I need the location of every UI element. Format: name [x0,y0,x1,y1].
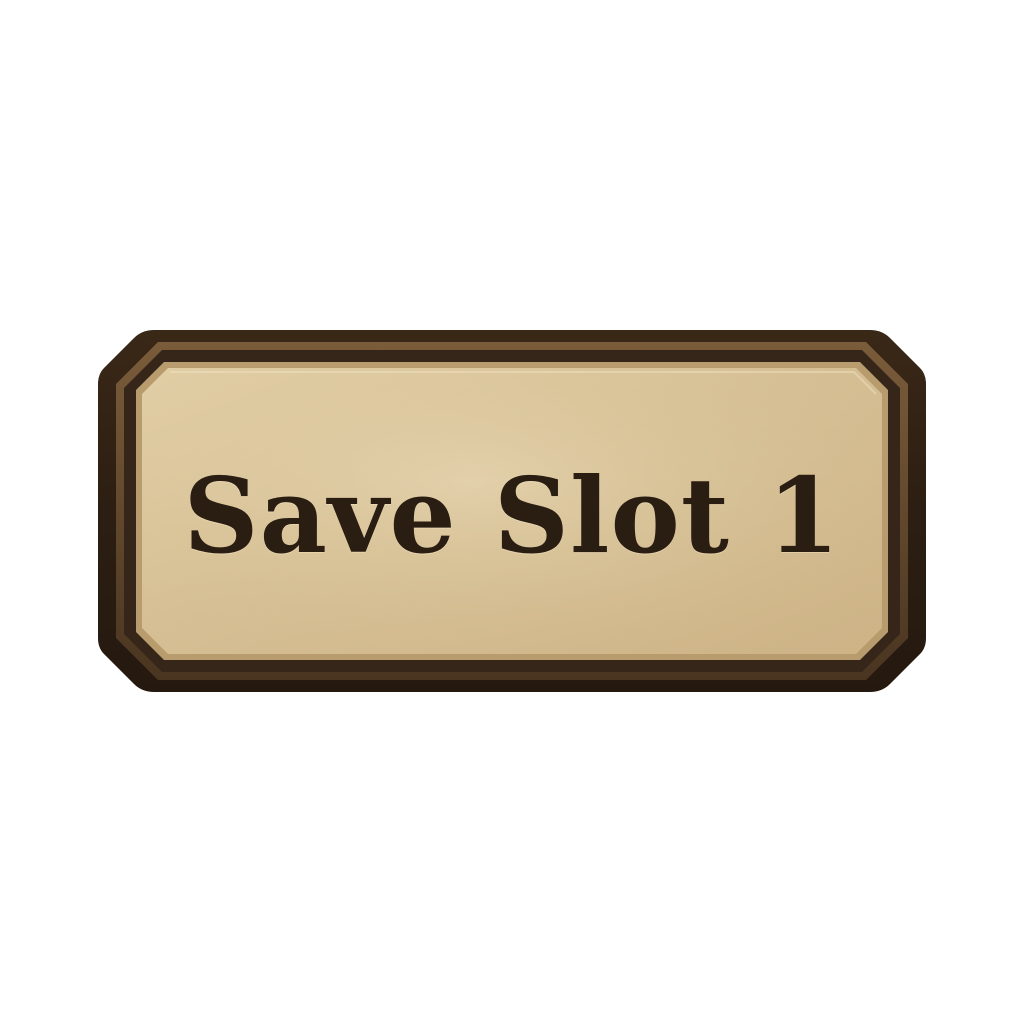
save-slot-label: Save Slot 1 [183,453,841,577]
save-slot-button[interactable]: Save Slot 1 [96,328,928,694]
game-screen: Save Slot 1 [0,0,1024,1024]
